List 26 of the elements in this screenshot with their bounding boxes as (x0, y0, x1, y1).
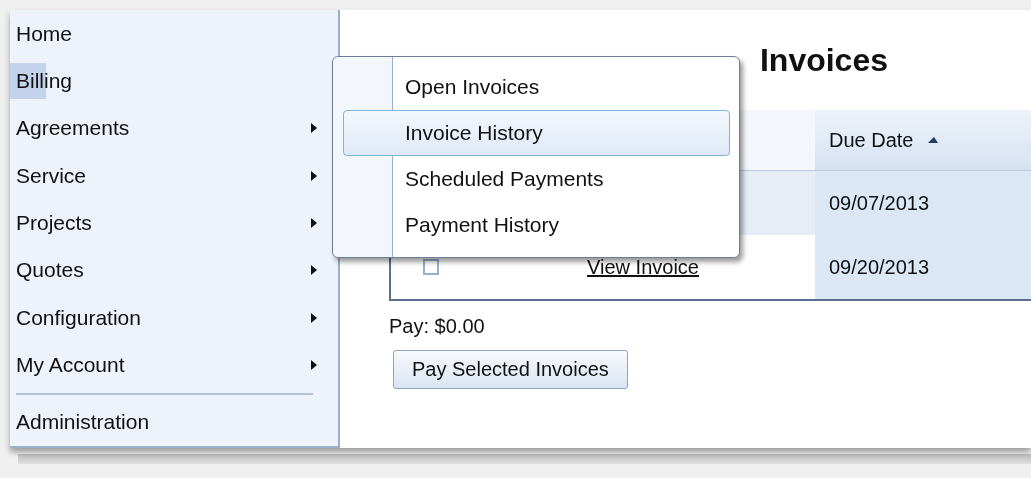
submenu-item[interactable]: Invoice History (343, 110, 730, 156)
sidebar-item[interactable]: Service (10, 152, 338, 200)
sidebar-item[interactable]: Administration (10, 398, 338, 447)
sidebar-item[interactable]: My Account (10, 341, 338, 389)
submenu-item[interactable]: Scheduled Payments (393, 156, 739, 202)
submenu-item[interactable]: Open Invoices (393, 64, 739, 110)
sidebar-item[interactable]: Quotes (10, 246, 338, 295)
sidebar-item[interactable]: Agreements (10, 104, 338, 153)
page-title: Invoices (759, 41, 888, 79)
sidebar-item[interactable]: Configuration (10, 294, 338, 342)
column-header[interactable]: Due Date (815, 110, 1031, 170)
submenu-arrow-icon (310, 264, 318, 277)
pay-total: Pay: $0.00 (389, 315, 486, 338)
due-date-cell: 09/20/2013 (829, 255, 930, 279)
submenu-item[interactable]: Payment History (393, 202, 739, 248)
sidebar-item[interactable]: Home (10, 10, 338, 58)
sidebar-item[interactable]: Projects (10, 199, 338, 247)
row-checkbox[interactable] (423, 259, 439, 275)
submenu-arrow-icon (310, 217, 318, 230)
due-date-cell: 09/07/2013 (829, 191, 930, 215)
view-invoice-link[interactable]: View Invoice (587, 255, 699, 279)
submenu-arrow-icon (310, 169, 318, 182)
submenu-arrow-icon (310, 359, 318, 372)
submenu-arrow-icon (310, 122, 318, 135)
pay-selected-invoices-button[interactable]: Pay Selected Invoices (393, 350, 628, 389)
submenu-arrow-icon (310, 311, 318, 324)
